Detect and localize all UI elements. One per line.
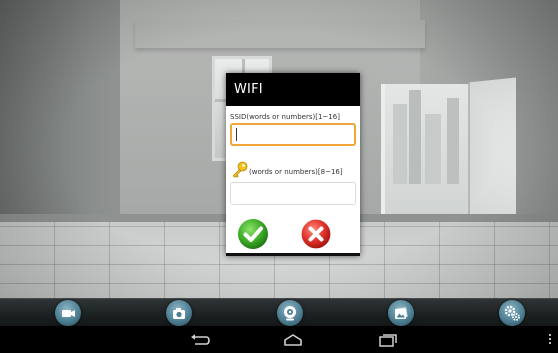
settings-gears-icon [504, 305, 520, 321]
camera-snapshot-icon [173, 308, 185, 319]
record-video-button[interactable] [55, 300, 81, 326]
screen: WIFI SSID(words or numbers)[1~16] (words… [0, 0, 558, 353]
system-nav-bar [0, 326, 558, 353]
confirm-button[interactable] [237, 218, 269, 250]
home-button[interactable] [280, 331, 306, 349]
back-button[interactable] [187, 331, 213, 349]
close-icon [300, 218, 332, 250]
key-icon [232, 161, 248, 178]
overflow-menu-icon [549, 334, 551, 336]
recent-apps-button[interactable] [374, 331, 400, 349]
snapshot-button[interactable] [166, 300, 192, 326]
check-icon [238, 219, 268, 249]
password-input[interactable] [230, 182, 356, 205]
back-icon [191, 334, 210, 345]
settings-button[interactable] [499, 300, 525, 326]
cancel-button[interactable] [300, 218, 332, 250]
recent-apps-icon [379, 334, 397, 347]
text-cursor [236, 128, 237, 141]
video-record-icon [62, 310, 75, 317]
camera-view-button[interactable] [277, 300, 303, 326]
ssid-label: SSID(words or numbers)[1~16] [230, 113, 340, 121]
wifi-dialog: WIFI SSID(words or numbers)[1~16] (words… [226, 73, 360, 256]
password-label: (words or numbers)[8~16] [249, 168, 343, 176]
dialog-title: WIFI [234, 82, 263, 97]
photo-gallery-icon [395, 307, 408, 319]
webcam-icon [284, 306, 296, 321]
overflow-menu-button[interactable] [547, 332, 553, 348]
home-icon [284, 334, 302, 346]
dialog-title-bar: WIFI [226, 73, 360, 106]
gallery-button[interactable] [388, 300, 414, 326]
ssid-input[interactable] [230, 123, 356, 146]
